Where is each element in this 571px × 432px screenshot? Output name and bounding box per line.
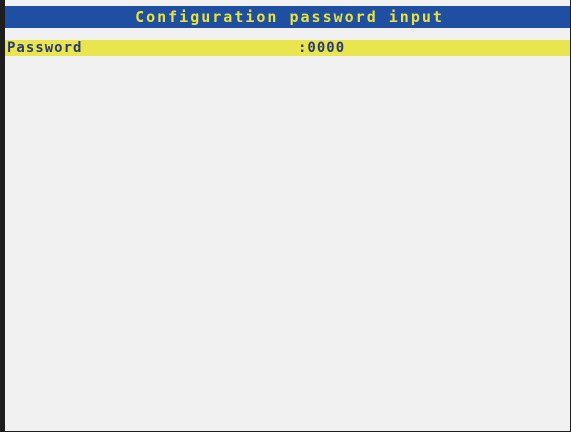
title-bar: Configuration password input (5, 6, 570, 28)
password-label: Password (7, 40, 83, 56)
page-title: Configuration password input (135, 8, 444, 26)
config-screen: Configuration password input Password :0… (0, 0, 571, 432)
password-value-field[interactable]: :0000 (298, 40, 345, 56)
password-row[interactable]: Password :0000 (5, 40, 570, 56)
